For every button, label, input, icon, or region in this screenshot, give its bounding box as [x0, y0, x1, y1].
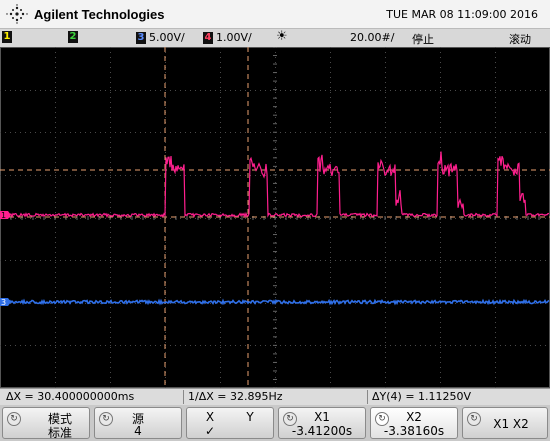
agilent-logo-icon	[6, 4, 28, 24]
ch1-indicator[interactable]: 1	[2, 31, 12, 43]
x1-label: X1	[314, 410, 330, 424]
acquisition-mode: 滚动	[509, 33, 531, 46]
trigger-symbol: ☀	[276, 29, 288, 44]
ch3-indicator[interactable]: 3 5.00V/	[136, 31, 185, 44]
delta-x-readout: ΔX = 30.400000000ms	[6, 390, 135, 403]
x2-label: X2	[406, 410, 422, 424]
ch3-scale: 5.00V/	[149, 31, 185, 44]
delta-y-readout: ΔY(4) = 1.11250V	[372, 390, 472, 403]
checkmark-icon: ✓	[204, 424, 216, 438]
x1x2-label: X1 X2	[493, 417, 529, 431]
divider	[183, 390, 184, 404]
ch3-waveform	[0, 298, 550, 306]
ch1-ground-marker[interactable]: 1	[0, 211, 11, 220]
measurement-bar: ΔX = 30.400000000ms 1/ΔX = 32.895Hz ΔY(4…	[0, 388, 550, 405]
ch4-waveform	[0, 151, 550, 219]
x1-cursor-softkey[interactable]: ↻ X1 -3.41200s	[278, 407, 366, 439]
inverse-delta-x-readout: 1/ΔX = 32.895Hz	[188, 390, 283, 403]
ch3-ground-marker[interactable]: 3	[0, 298, 11, 307]
brand-name: Agilent Technologies	[34, 7, 165, 22]
run-state-indicator[interactable]: 停止	[412, 31, 434, 47]
title-bar: Agilent Technologies TUE MAR 08 11:09:00…	[0, 0, 550, 28]
ch4-scale: 1.00V/	[216, 31, 252, 44]
waveform-display[interactable]: 1 3	[0, 47, 550, 388]
x2-cursor-softkey[interactable]: ↻ X2 -3.38160s	[370, 407, 458, 439]
mode-softkey[interactable]: ↻ 模式 标准	[2, 407, 90, 440]
divider	[367, 390, 368, 404]
mode-value: 标准	[47, 426, 72, 440]
softkey-bar: ↻ 模式 标准 ↻ 源 4 X Y ✓ ↻ X1 -3.41200s ↻ X2 …	[0, 405, 550, 441]
ch2-indicator[interactable]: 2	[68, 31, 78, 43]
ch3-marker-label: 3	[1, 298, 6, 307]
timebase-value: 20.00#/	[350, 31, 395, 44]
timebase-indicator[interactable]: 20.00#/	[350, 31, 394, 44]
x1x2-cursor-softkey[interactable]: ↻ X1 X2	[462, 407, 548, 439]
run-state: 停止	[412, 33, 434, 46]
ch4-number: 4	[203, 31, 213, 44]
x2-value: -3.38160s	[383, 424, 445, 438]
x1-value: -3.41200s	[291, 424, 353, 438]
xy-cursor-softkey[interactable]: X Y ✓	[186, 407, 274, 439]
ch2-number: 2	[68, 31, 78, 43]
ch1-number: 1	[2, 31, 12, 43]
ch4-indicator[interactable]: 4 1.00V/	[203, 31, 252, 44]
waveform-canvas: 1 3	[0, 47, 550, 388]
acquisition-mode-indicator[interactable]: 滚动	[509, 31, 531, 47]
trigger-icon[interactable]: ☀	[276, 29, 288, 44]
channel-status-bar: 1 2 3 5.00V/ 4 1.00V/ ☀ 20.00#/ 停止 滚动	[0, 28, 550, 48]
ch3-number: 3	[136, 31, 146, 44]
datetime: TUE MAR 08 11:09:00 2016	[386, 8, 538, 21]
ch1-marker-label: 1	[1, 211, 6, 220]
